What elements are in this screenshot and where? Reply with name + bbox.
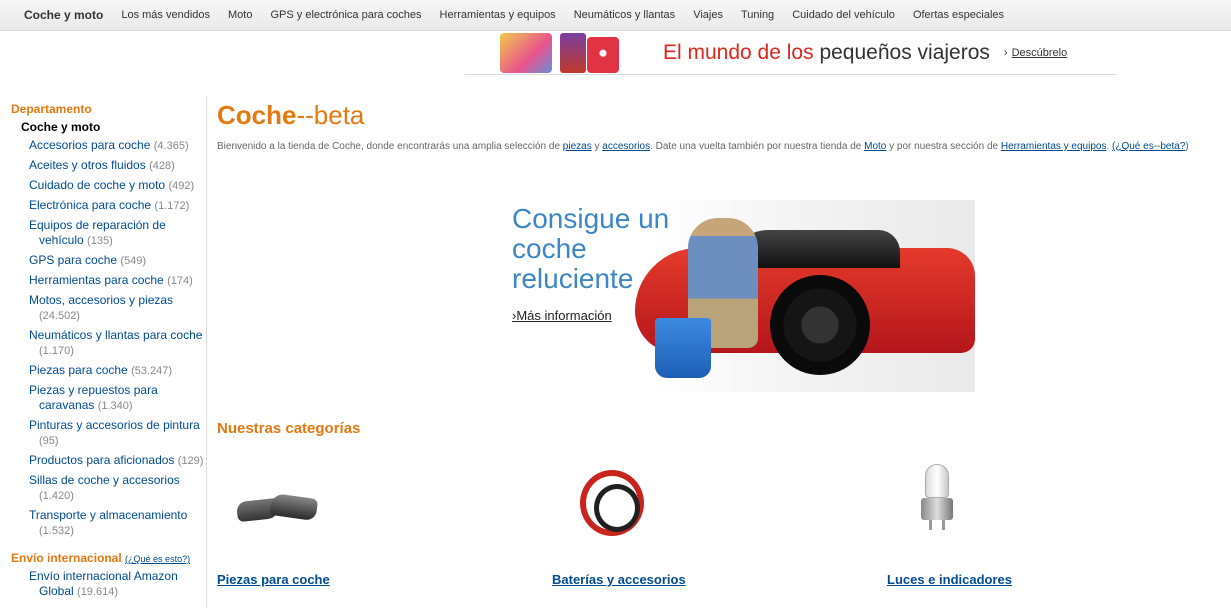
sidebar-item-aficionados[interactable]: Productos para aficionados (129) xyxy=(29,453,206,469)
sidebar-item-motos[interactable]: Motos, accesorios y piezas (24.502) xyxy=(29,293,206,324)
category-link-luces[interactable]: Luces e indicadores xyxy=(887,572,1012,587)
sidebar-item-amazon-global[interactable]: Envío internacional Amazon Global (19.61… xyxy=(29,569,206,600)
sidebar-item-transporte[interactable]: Transporte y almacenamiento (1.532) xyxy=(29,508,206,539)
sidebar-item-gps[interactable]: GPS para coche (549) xyxy=(29,253,206,269)
banner-discover-link[interactable]: › Descúbrelo xyxy=(1004,47,1067,59)
sidebar-item-neumaticos[interactable]: Neumáticos y llantas para coche (1.170) xyxy=(29,328,206,359)
intro-text: Bienvenido a la tienda de Coche, donde e… xyxy=(217,141,1189,152)
main-content: Coche--beta Bienvenido a la tienda de Co… xyxy=(217,100,1222,587)
nav-link-gps[interactable]: GPS y electrónica para coches xyxy=(270,9,421,21)
chevron-right-icon: › xyxy=(1003,46,1008,59)
sidebar-item-equipos-reparacion[interactable]: Equipos de reparación de vehículo (135) xyxy=(29,218,206,249)
nav-link-neumaticos[interactable]: Neumáticos y llantas xyxy=(574,9,676,21)
link-herramientas[interactable]: Herramientas y equipos xyxy=(1001,141,1107,152)
hero-banner[interactable]: Consigue un coche reluciente ›Más inform… xyxy=(510,200,975,392)
nav-link-ofertas[interactable]: Ofertas especiales xyxy=(913,9,1004,21)
category-card-luces[interactable]: Luces e indicadores xyxy=(887,460,1187,587)
sidebar-item-pinturas[interactable]: Pinturas y accesorios de pintura (95) xyxy=(29,418,206,449)
category-card-piezas[interactable]: Piezas para coche xyxy=(217,460,517,587)
promo-banner[interactable]: El mundo de los pequeños viajeros › Descú… xyxy=(465,31,1117,75)
link-piezas[interactable]: piezas xyxy=(563,141,592,152)
current-department: Coche y moto xyxy=(21,120,101,134)
page-title: Coche--beta xyxy=(217,100,365,130)
link-accesorios[interactable]: accesorios xyxy=(602,141,650,152)
sidebar-item-caravanas[interactable]: Piezas y repuestos para caravanas (1.340… xyxy=(29,383,206,414)
category-link-piezas[interactable]: Piezas para coche xyxy=(217,572,330,587)
nav-link-herramientas[interactable]: Herramientas y equipos xyxy=(440,9,556,21)
nav-link-tuning[interactable]: Tuning xyxy=(741,9,774,21)
headlight-bulb-icon xyxy=(917,464,957,534)
link-moto[interactable]: Moto xyxy=(864,141,886,152)
department-list: Accesorios para coche (4.365) Aceites y … xyxy=(29,138,206,539)
intl-list: Envío internacional Amazon Global (19.61… xyxy=(29,569,206,600)
hero-more-info-link[interactable]: ›Más información xyxy=(512,308,612,323)
nav-brand[interactable]: Coche y moto xyxy=(24,8,103,22)
banner-kids-products-image xyxy=(465,31,620,75)
car-wheel-image xyxy=(770,275,870,375)
sidebar-item-aceites[interactable]: Aceites y otros fluidos (428) xyxy=(29,158,206,174)
sidebar-item-piezas[interactable]: Piezas para coche (53.247) xyxy=(29,363,206,379)
nav-link-viajes[interactable]: Viajes xyxy=(693,9,723,21)
nav-link-moto[interactable]: Moto xyxy=(228,9,252,21)
sidebar-item-sillas[interactable]: Sillas de coche y accesorios (1.420) xyxy=(29,473,206,504)
top-nav: Coche y moto Los más vendidos Moto GPS y… xyxy=(0,0,1231,31)
brake-pads-icon xyxy=(236,492,319,523)
sidebar-item-herramientas[interactable]: Herramientas para coche (174) xyxy=(29,273,206,289)
sidebar-item-cuidado[interactable]: Cuidado de coche y moto (492) xyxy=(29,178,206,194)
blue-bucket-image xyxy=(655,318,711,378)
jumper-cables-icon xyxy=(580,470,644,536)
category-link-baterias[interactable]: Baterías y accesorios xyxy=(552,572,686,587)
nav-link-cuidado[interactable]: Cuidado del vehículo xyxy=(792,9,895,21)
department-heading: Departamento xyxy=(11,102,92,116)
intl-help-link[interactable]: (¿Qué es esto?) xyxy=(125,554,190,564)
category-card-baterias[interactable]: Baterías y accesorios xyxy=(552,460,852,587)
intl-shipping-heading: Envío internacional (¿Qué es esto?) xyxy=(11,551,191,565)
sidebar-item-accesorios[interactable]: Accesorios para coche (4.365) xyxy=(29,138,206,154)
sidebar-item-electronica[interactable]: Electrónica para coche (1.172) xyxy=(29,198,206,214)
hero-headline: Consigue un coche reluciente xyxy=(512,203,670,294)
nav-link-los-mas-vendidos[interactable]: Los más vendidos xyxy=(121,9,210,21)
banner-headline: El mundo de los pequeños viajeros xyxy=(663,40,990,64)
categories-heading: Nuestras categorías xyxy=(217,420,361,437)
department-sidebar: Departamento Coche y moto Accesorios par… xyxy=(0,96,207,608)
link-que-es-beta[interactable]: (¿Qué es--beta? xyxy=(1112,141,1185,152)
